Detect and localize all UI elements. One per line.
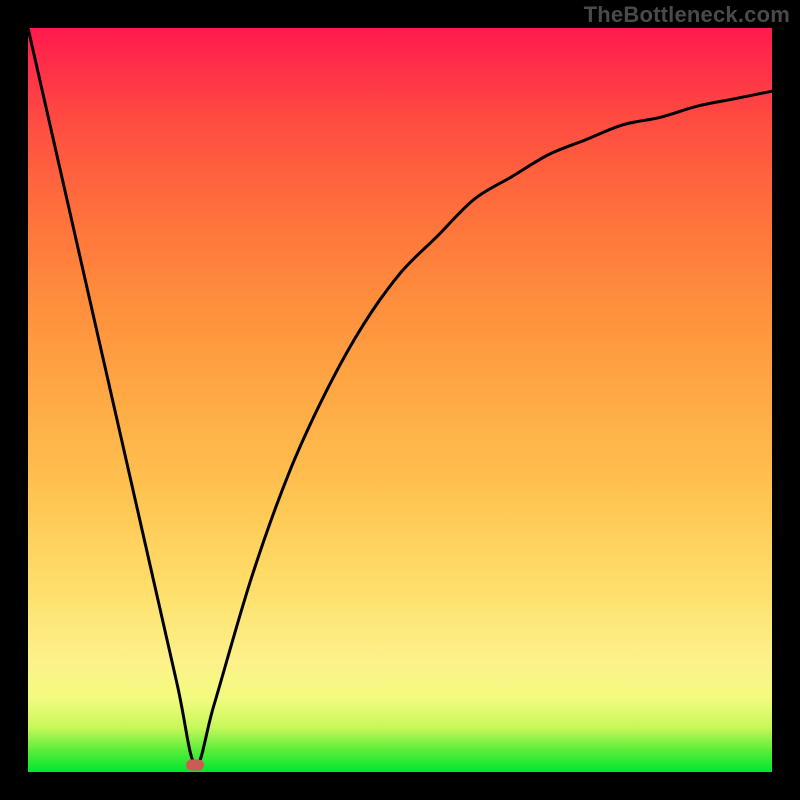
chart-frame: TheBottleneck.com [0,0,800,800]
plot-area [28,28,772,772]
min-marker [186,759,204,770]
watermark-text: TheBottleneck.com [584,2,790,28]
bottleneck-curve [28,28,772,772]
curve-path [28,28,772,765]
